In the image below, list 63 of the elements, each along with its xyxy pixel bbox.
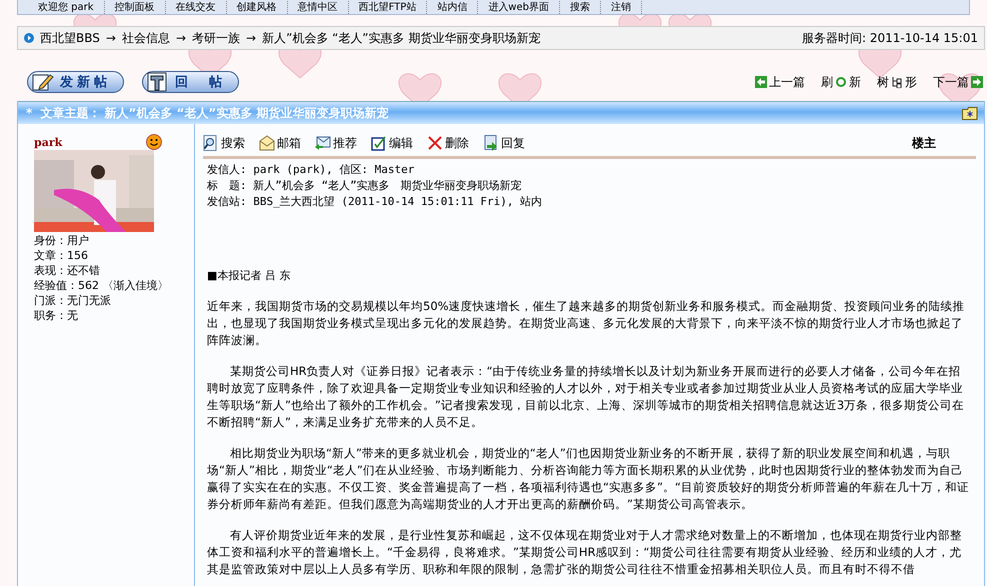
envelope-icon xyxy=(259,135,275,151)
menu-link[interactable]: 站内信 xyxy=(427,0,478,14)
menu-link[interactable]: 意情中区 xyxy=(288,0,349,14)
menu-link[interactable]: 注销 xyxy=(600,0,642,14)
action-link[interactable]: 回复 xyxy=(483,134,525,152)
byline: ■本报记者 吕 东 xyxy=(207,268,292,284)
thread-nav-link[interactable]: 树形 xyxy=(877,74,917,90)
author-name[interactable]: park xyxy=(34,136,62,148)
author-stat: 表现：还不错 xyxy=(34,263,101,278)
article-paragraph: 近年来，我国期货市场的交易规模以年均50%速度快速增长，催生了越来越多的期货创新业务和服务模式。而金融期货、投资顾问业务的陆续推出，也显现了我国期货业务模式呈现出多元化的发展趋势。在期货业高速、多元化发展的大背景下，向来平淡不惊的期货行业人才市场也掀起了阵阵波澜。 xyxy=(207,298,966,349)
topic-bullet: * xyxy=(26,106,32,120)
letter-t-icon xyxy=(147,72,169,92)
author-stat: 职务：无 xyxy=(34,308,79,323)
action-link[interactable]: 搜索 xyxy=(203,134,245,152)
menu-link[interactable]: 搜索 xyxy=(560,0,601,14)
pencil-icon xyxy=(32,72,54,92)
menu-link[interactable]: 西北望FTP站 xyxy=(348,0,428,14)
action-link[interactable]: 编辑 xyxy=(371,134,413,152)
folder-icon[interactable] xyxy=(962,106,978,120)
article-paragraph: 相比期货业为职场“新人”带来的更多就业机会，期货业的“老人”们也因期货业新业务的不断开展，获得了新的职业发展空间和机遇，与职场“新人”相比，期货业“老人”们在从业经验、市场判断能力、分析咨询能力等方面长期积累的从业优势，此时也因期货行业的整体勃发而为自己赢得了实实在在的实惠。不仅工资、奖金普遍提高了一档，各项福利待遇也“实惠多多”。“目前资质较好的期货分析师普遍的年薪在几十万，和证券分析师年薪尚有差距。但我们愿意为高端期货业的人才开出更高的薪酬价码。”某期货公司高管表示。 xyxy=(207,445,970,513)
post-header-line: 标 题: 新人”机会多 “老人”实惠多 期货业华丽变身职场新宠 xyxy=(207,178,523,194)
breadcrumb-arrow: → xyxy=(176,31,186,45)
breadcrumb-link[interactable]: 新人”机会多 “老人”实惠多 期货业华丽变身职场新宠 xyxy=(262,30,540,46)
reply-icon xyxy=(483,135,499,151)
thread-nav-link[interactable]: 上一篇 xyxy=(755,74,805,90)
author-stat: 门派：无门无派 xyxy=(34,293,112,308)
right-arrow-icon xyxy=(971,76,983,88)
article-paragraph: 有人评价期货业近年来的发展，是行业性复苏和崛起，这不仅体现在期货业对于人才需求绝对数量上的不断增加，也体现在期货行业内部整体工资和福利水平的普遍增长上。“千金易得，良将难求。”某期货公司HR感叹到：“期货公司往往需要有期货从业经验、经历和业绩的人才，尤其是监管政策对中层以上人员多有学历、职称和年限的限制，急需扩张的期货公司往往不惜重金招募相关职位人员。而且有时不得不借 xyxy=(207,527,963,578)
menu-link[interactable]: 控制面板 xyxy=(104,0,166,14)
breadcrumb-link[interactable]: 考研一族 xyxy=(192,30,240,46)
breadcrumb-link[interactable]: 社会信息 xyxy=(122,30,170,46)
action-link[interactable]: 推荐 xyxy=(315,134,357,152)
thread-nav-link[interactable]: 刷新 xyxy=(821,74,861,90)
action-link[interactable]: 邮箱 xyxy=(259,134,301,152)
menu-link[interactable]: 在线交友 xyxy=(166,0,227,14)
post-button[interactable]: 回 帖 xyxy=(142,71,239,93)
post-header-line: 发信人: park (park), 信区: Master xyxy=(207,162,416,178)
menu-link[interactable]: 创建风格 xyxy=(226,0,288,14)
delete-icon xyxy=(427,135,443,151)
author-stat: 文章：156 xyxy=(34,248,89,263)
action-link[interactable]: 删除 xyxy=(427,134,469,152)
breadcrumb-arrow: → xyxy=(246,31,256,45)
server-time: 服务器时间: 2011-10-14 15:01 xyxy=(802,30,978,46)
envelope-arrow-icon xyxy=(315,135,331,151)
article-paragraph: 某期货公司HR负责人对《证券日报》记者表示：“由于传统业务量的持续增长以及计划为新业务开展而进行的必要人才储备，公司今年在招聘时放宽了应聘条件，除了欢迎具备一定期货业专业知识和经验的人才以外，对于相关专业或者参加过期货业从业人员资格考试的应届大学毕业生等职场“新人”也给出了额外的工作机会。”记者搜索发现，目前以北京、上海、深圳等城市的期货相关招聘信息就达近3万条，很多期货公司在不断招聘“新人”，来满足业务扩充带来的人员不足。 xyxy=(207,363,966,431)
menu-link[interactable]: 欢迎您 park xyxy=(28,0,105,14)
thread-nav-link[interactable]: 下一篇 xyxy=(933,74,983,90)
topic-title: 文章主题： 新人”机会多 “老人”实惠多 期货业华丽变身职场新宠 xyxy=(40,104,388,122)
magnifier-icon xyxy=(203,135,219,151)
breadcrumb-link[interactable]: 西北望BBS xyxy=(40,30,100,46)
post-button[interactable]: 发新帖 xyxy=(27,71,124,93)
menu-link[interactable]: 进入web界面 xyxy=(478,0,560,14)
smiley-icon xyxy=(146,134,162,150)
author-stat: 身份：用户 xyxy=(34,233,90,248)
left-arrow-icon xyxy=(755,76,767,88)
refresh-icon xyxy=(835,76,847,88)
arrow-bullet-icon xyxy=(24,33,34,43)
author-stat: 经验值：562 〈渐入佳境〉 xyxy=(34,278,170,293)
edit-icon xyxy=(371,135,387,151)
post-header-line: 发信站: BBS_兰大西北望 (2011-10-14 15:01:11 Fri), 站内 xyxy=(207,194,544,210)
breadcrumb-arrow: → xyxy=(106,31,116,45)
floor-label: 楼主 xyxy=(912,134,936,152)
tree-icon xyxy=(891,76,903,88)
